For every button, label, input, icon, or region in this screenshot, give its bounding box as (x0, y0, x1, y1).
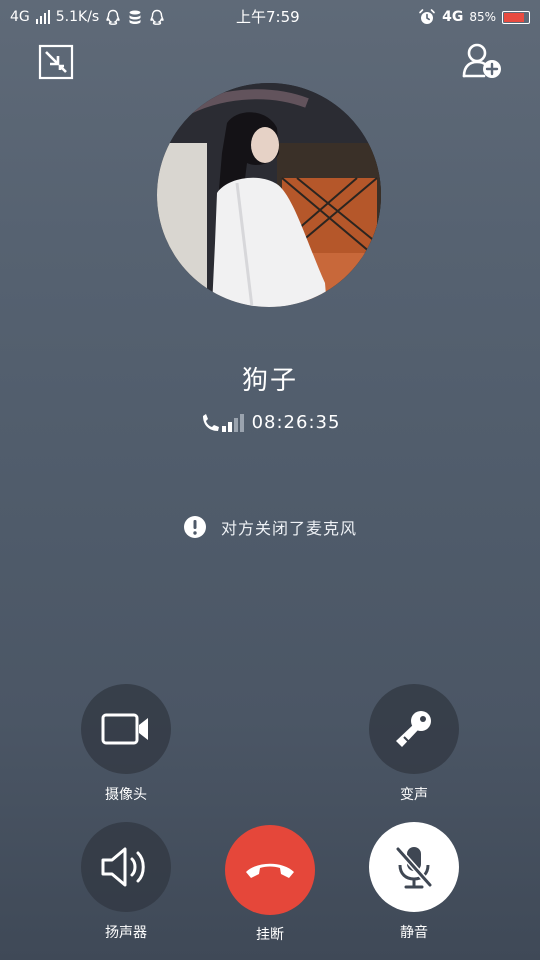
alarm-icon (419, 9, 435, 24)
mic-off-notice: 对方关闭了麦克风 (0, 515, 540, 539)
status-left: 4G 5.1K/s (10, 8, 165, 26)
caller-avatar (157, 83, 381, 307)
network-type-left: 4G (10, 9, 30, 25)
qq-icon-2 (150, 9, 165, 25)
call-signal-icon (202, 413, 244, 432)
voice-changer-label: 变声 (400, 787, 428, 803)
network-type-right: 4G (442, 9, 464, 25)
database-icon (129, 10, 141, 24)
network-speed: 5.1K/s (55, 9, 100, 25)
hangup-label: 挂断 (256, 927, 284, 943)
status-right: 4G 85% (418, 8, 530, 26)
signal-icon (35, 10, 50, 24)
speaker-button[interactable] (81, 822, 171, 912)
call-duration: 08:26:35 (251, 412, 341, 433)
call-status: 08:26:35 (0, 412, 540, 433)
mute-label: 静音 (400, 925, 428, 941)
battery-percent: 85% (469, 10, 496, 24)
status-time: 上午7:59 (236, 8, 300, 26)
video-camera-icon (101, 713, 148, 745)
speaker-icon (101, 847, 145, 887)
avatar-photo (157, 83, 381, 307)
add-user-icon[interactable] (462, 42, 502, 80)
microphone-off-icon (395, 847, 433, 889)
battery-icon (502, 10, 530, 24)
camera-label: 摄像头 (105, 787, 147, 803)
battery-level-fill (504, 12, 525, 22)
camera-button[interactable] (81, 684, 171, 774)
mute-button[interactable] (369, 822, 459, 912)
microphone-karaoke-icon (396, 711, 431, 747)
status-bar: 4G 5.1K/s 上午7:59 4G 85% (0, 0, 540, 34)
hangup-button[interactable] (225, 825, 315, 915)
qq-icon (106, 9, 121, 25)
caller-name: 狗子 (241, 366, 298, 396)
voice-changer-button[interactable] (369, 684, 459, 774)
notice-text: 对方关闭了麦克风 (220, 519, 357, 538)
hangup-phone-icon (246, 863, 294, 878)
minimize-icon[interactable] (38, 44, 74, 80)
alert-icon (183, 516, 206, 538)
speaker-label: 扬声器 (105, 925, 147, 941)
